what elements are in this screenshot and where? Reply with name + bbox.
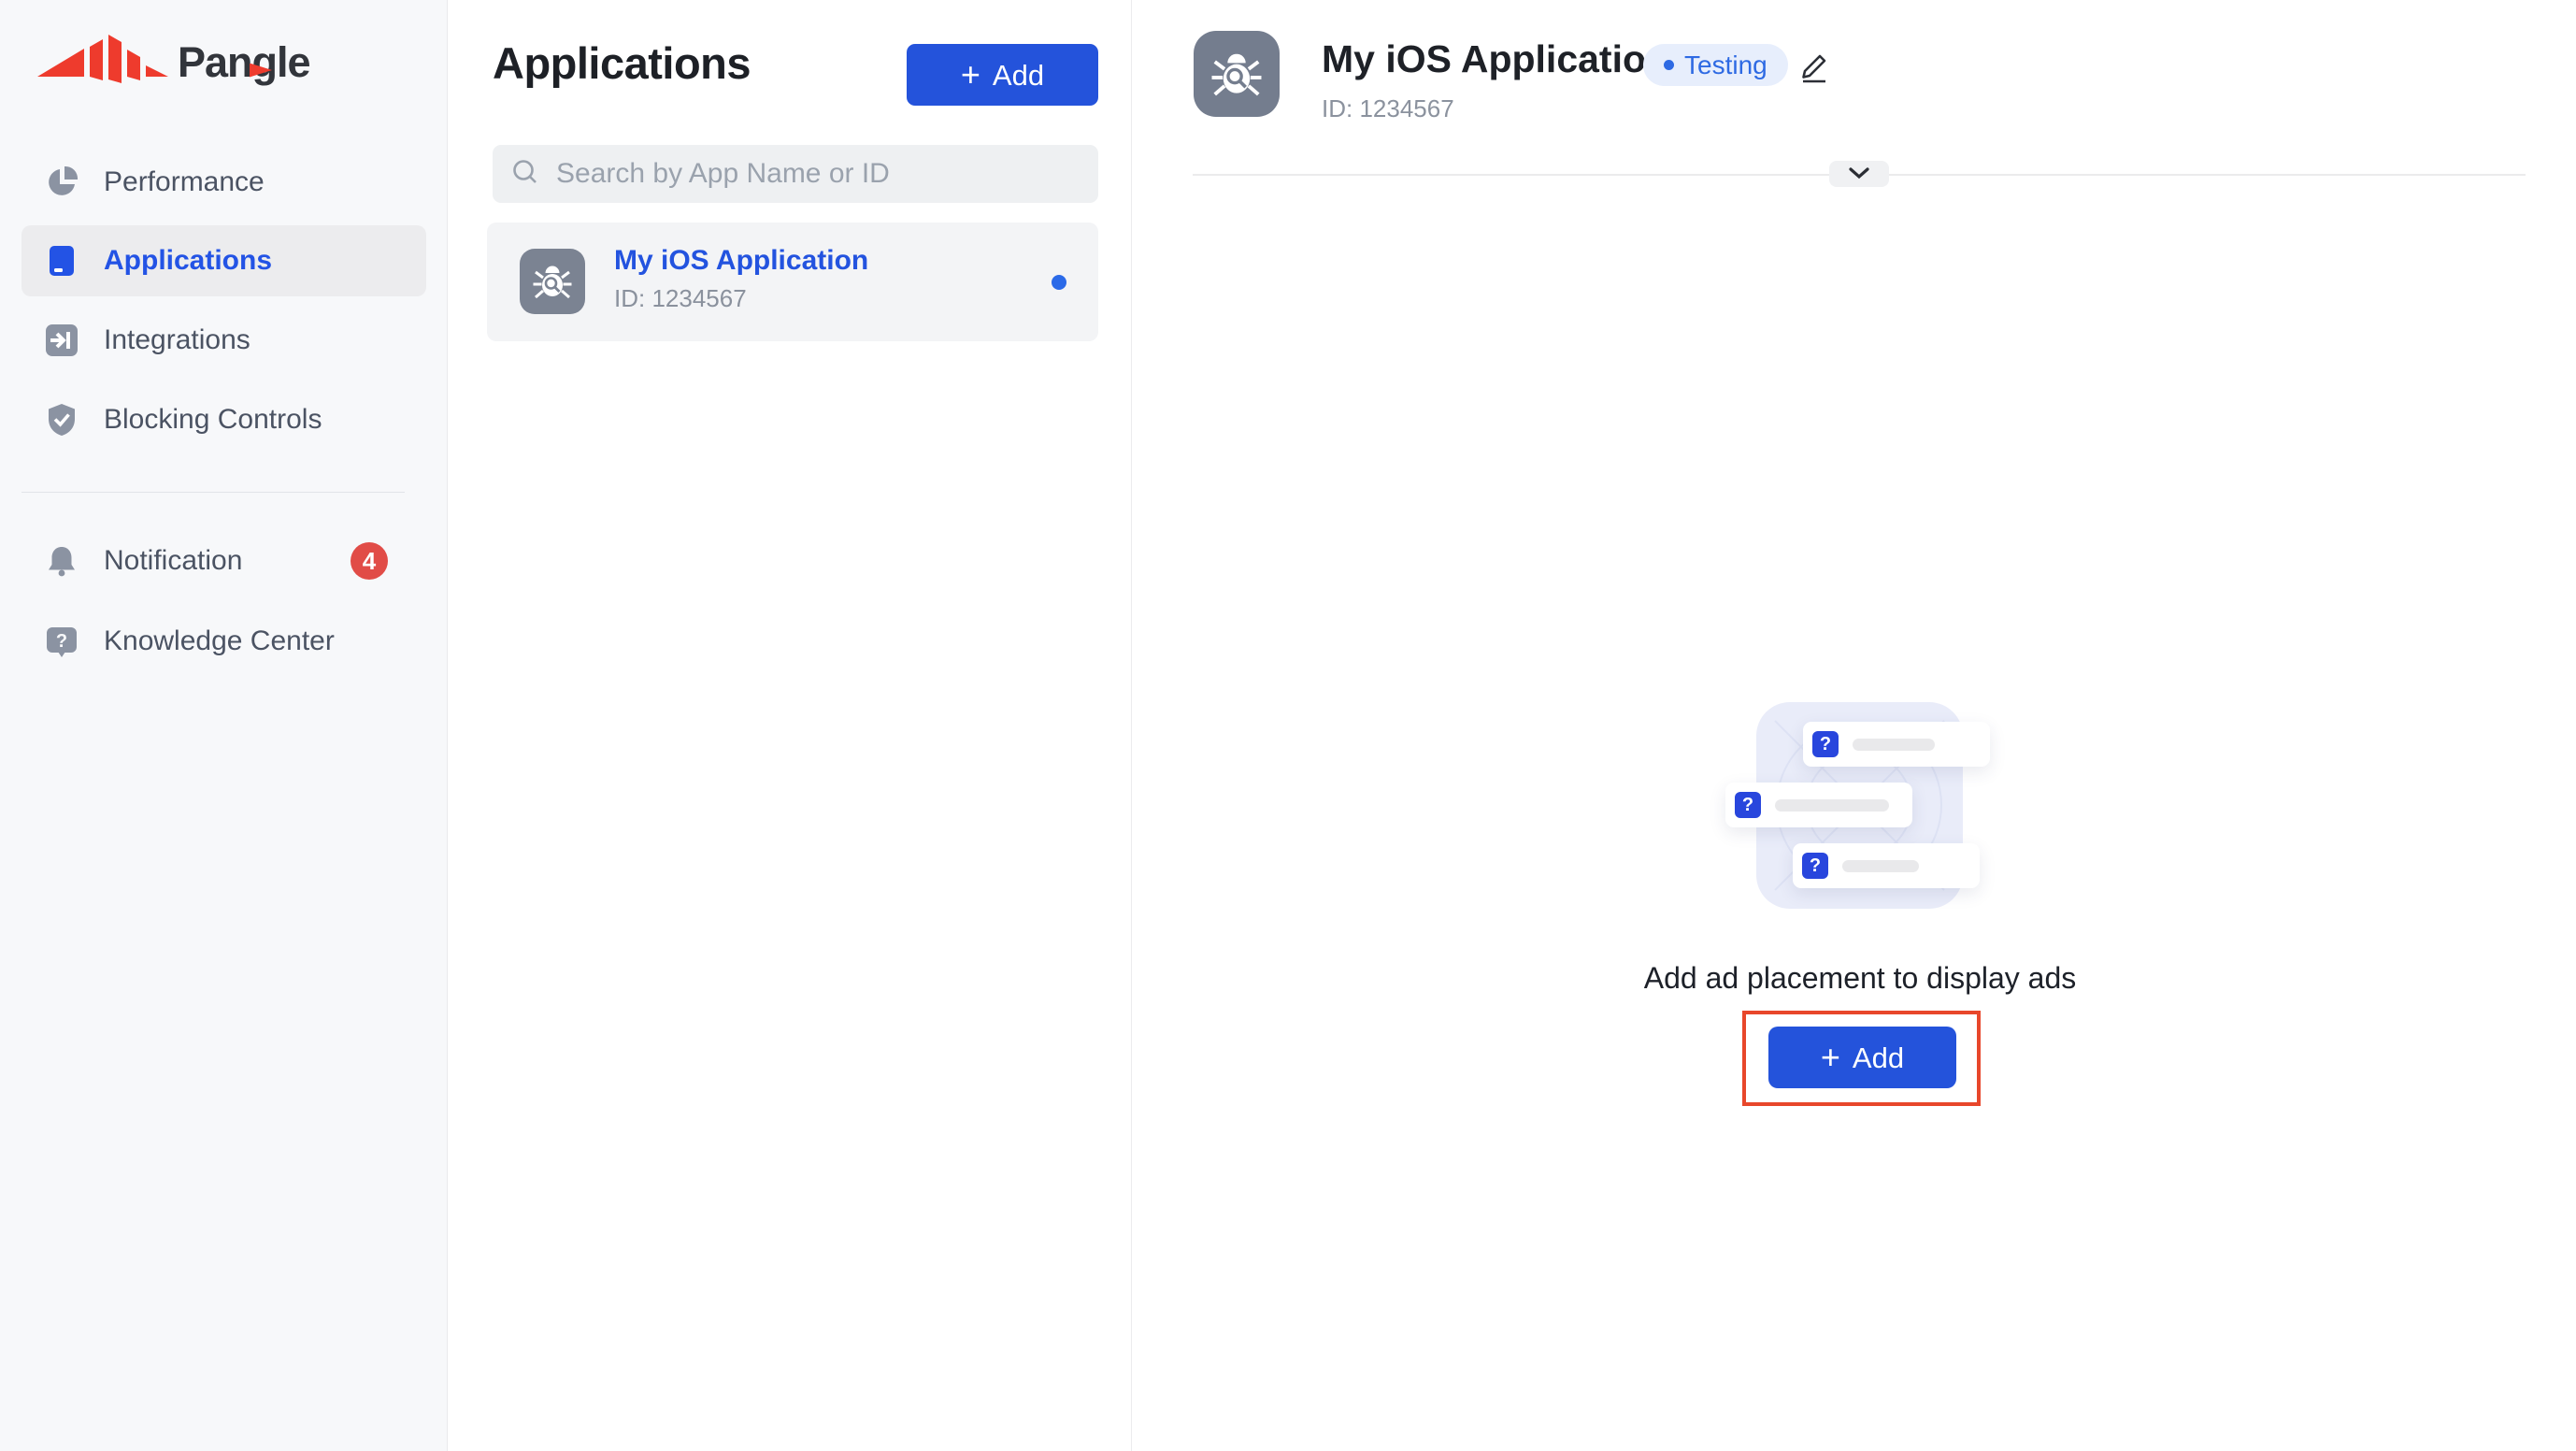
- add-button-label: Add: [1853, 1043, 1904, 1072]
- sidebar-divider: [21, 492, 405, 493]
- placeholder-row: ?: [1793, 843, 1980, 888]
- search-icon: [511, 158, 539, 191]
- app-id: ID: 1234567: [614, 284, 747, 313]
- add-application-button[interactable]: + Add: [907, 44, 1098, 106]
- app-search-box: [493, 145, 1098, 203]
- placeholder-row: ?: [1725, 783, 1912, 827]
- placeholder-bar: [1842, 860, 1919, 872]
- pencil-icon: [1796, 47, 1833, 87]
- sidebar: Pangle Performance Applications: [0, 0, 448, 1451]
- sidebar-item-integrations[interactable]: Integrations: [21, 305, 426, 376]
- sidebar-item-knowledge-center[interactable]: ? Knowledge Center: [21, 606, 426, 677]
- applications-icon: [45, 244, 79, 278]
- sidebar-item-notification[interactable]: Notification 4: [21, 525, 426, 596]
- sidebar-item-performance[interactable]: Performance: [21, 147, 426, 218]
- plus-icon: +: [961, 58, 980, 92]
- question-square-icon: ?: [1802, 853, 1828, 879]
- notification-count-badge: 4: [351, 542, 388, 580]
- bell-icon: [45, 544, 79, 578]
- chevron-down-icon: [1847, 166, 1871, 182]
- pie-chart-icon: [45, 165, 79, 199]
- sidebar-item-label: Performance: [104, 166, 265, 198]
- sidebar-item-blocking-controls[interactable]: Blocking Controls: [21, 384, 426, 455]
- app-detail-title: My iOS Application: [1322, 37, 1669, 81]
- app-name: My iOS Application: [614, 245, 868, 277]
- pangle-wordmark: Pangle: [178, 38, 310, 87]
- pangle-logo-icon: [37, 34, 168, 91]
- integrations-icon: [45, 323, 79, 357]
- app-list-item[interactable]: My iOS Application ID: 1234567: [487, 223, 1098, 341]
- svg-text:?: ?: [56, 631, 67, 652]
- sidebar-item-label: Integrations: [104, 324, 250, 356]
- add-button-label: Add: [993, 61, 1044, 90]
- placeholder-bar: [1775, 799, 1889, 812]
- app-detail-panel: My iOS Application Testing ID: 1234567: [1133, 0, 2576, 1451]
- test-app-bug-icon: [1194, 31, 1280, 117]
- question-square-icon: ?: [1812, 731, 1839, 757]
- applications-panel: Applications + Add: [449, 0, 1132, 1451]
- panel-title: Applications: [493, 37, 751, 89]
- add-placement-button[interactable]: + Add: [1768, 1027, 1956, 1088]
- search-input[interactable]: [554, 157, 1080, 191]
- empty-state-message: Add ad placement to display ads: [1463, 961, 2257, 996]
- pangle-logo[interactable]: Pangle: [37, 34, 310, 91]
- question-bubble-icon: ?: [45, 625, 79, 658]
- plus-icon: +: [1821, 1041, 1840, 1074]
- status-label: Testing: [1684, 50, 1767, 80]
- placeholder-row: ?: [1803, 722, 1990, 767]
- app-detail-id: ID: 1234567: [1322, 94, 1454, 123]
- status-dot-icon: [1664, 60, 1674, 70]
- collapse-header-button[interactable]: [1829, 161, 1889, 187]
- sidebar-item-label: Blocking Controls: [104, 404, 322, 436]
- shield-check-icon: [45, 403, 79, 437]
- selected-indicator-dot: [1052, 275, 1066, 290]
- edit-app-button[interactable]: [1793, 45, 1836, 88]
- pangle-console: Pangle Performance Applications: [0, 0, 2576, 1451]
- sidebar-item-label: Notification: [104, 545, 242, 577]
- test-app-bug-icon: [520, 249, 585, 314]
- question-square-icon: ?: [1735, 792, 1761, 818]
- status-badge: Testing: [1643, 44, 1788, 86]
- placeholder-bar: [1853, 739, 1935, 751]
- sidebar-item-label: Knowledge Center: [104, 625, 335, 657]
- sidebar-item-label: Applications: [104, 245, 272, 277]
- sidebar-item-applications[interactable]: Applications: [21, 225, 426, 296]
